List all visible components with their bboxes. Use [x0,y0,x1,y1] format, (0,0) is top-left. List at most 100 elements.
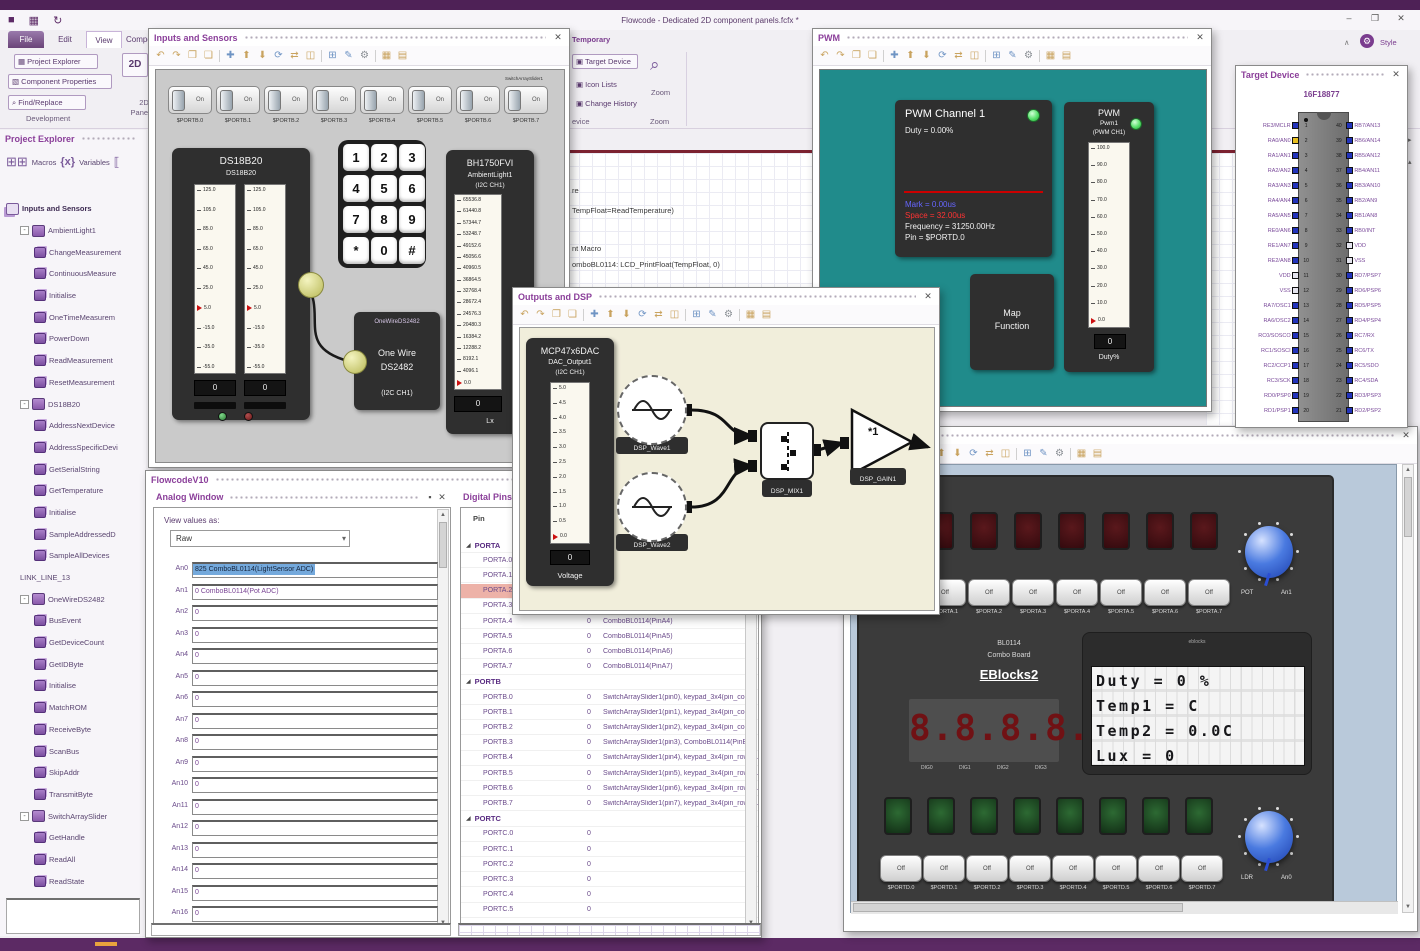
tree-item[interactable]: Inputs and Sensors [4,198,146,220]
pin-pad[interactable] [1291,302,1299,309]
keypad-key-0[interactable]: 0 [371,237,397,264]
pin-pad[interactable] [1291,242,1299,249]
pin-pad[interactable] [1291,332,1299,339]
pin-pad[interactable] [1346,197,1354,204]
tree-item[interactable]: GetHandle [4,827,146,849]
edit-icon[interactable]: ✎ [706,308,719,321]
pin-pad[interactable] [1291,317,1299,324]
close-icon[interactable]: ✕ [1400,430,1412,441]
target-device-toggle[interactable]: ▣ Target Device [572,54,638,69]
variables-icon[interactable]: {x} [60,156,75,168]
layers-icon[interactable]: ◫ [668,308,681,321]
keypad-key-1[interactable]: 1 [343,144,369,171]
analog-value-field[interactable]: 825 ComboBL0114(LightSensor ADC) [192,562,438,578]
tree-item[interactable]: ChangeMeasurement [4,241,146,263]
knob-ball[interactable] [1245,811,1293,863]
settings-icon[interactable]: ⚙ [1053,447,1066,460]
dac-component[interactable]: MCP47x6DAC DAC_Output1 (I2C CH1) 5.0 4.5 4… [526,338,614,586]
digital-pin-row[interactable]: PORTB.6 0 SwitchArraySlider1(pin6), keypad… [461,781,758,797]
move-up-icon[interactable]: ⬆ [604,308,617,321]
analog-value-field[interactable]: 0 [192,712,438,729]
chevron-icon[interactable]: ◢ [466,815,471,822]
analog-value-field[interactable]: 0 [192,841,438,858]
dsp-wave1[interactable] [617,375,687,445]
mirror-icon[interactable]: ⇄ [983,447,996,460]
switch-knob[interactable] [316,90,329,111]
tree-item[interactable]: SampleAddressedD [4,523,146,545]
switch-knob[interactable] [220,90,233,111]
digital-pin-row[interactable]: PORTB.5 0 SwitchArraySlider1(pin5), keypad… [461,766,758,781]
pin-pad[interactable] [1291,197,1299,204]
tree-item[interactable]: ContinuousMeasure [4,263,146,285]
redo-icon[interactable]: ↷ [170,49,183,62]
tree-item[interactable]: GetSerialString [4,458,146,480]
scroll-down-icon[interactable]: ▼ [1403,902,1413,912]
close-icon[interactable]: ✕ [1390,69,1402,80]
image-icon[interactable]: ▤ [1060,49,1073,62]
move-up-icon[interactable]: ⬆ [904,49,917,62]
keypad-key-star[interactable]: * [343,237,369,264]
digital-pin-row[interactable]: PORTC.3 0 [461,872,758,888]
bh1750-scale[interactable]: 65536.8 61440.8 57344.7 53248.7 49152.6 45056… [454,194,502,390]
move-down-icon[interactable]: ⬇ [951,447,964,460]
group-icon[interactable]: ⊞ [990,49,1003,62]
input-switch[interactable]: On [216,86,260,114]
pwm-channel-box[interactable]: PWM Channel 1 Duty = 0.00% Mark = 0.00us… [895,100,1052,257]
ldr-knob[interactable] [1236,804,1302,872]
tree-item[interactable]: GetTemperature [4,480,146,502]
wire-node-2[interactable] [343,350,367,374]
analog-value-field[interactable]: 0 [192,906,438,922]
tree-item[interactable]: MatchROM [4,697,146,719]
tree-item[interactable]: - DS18B20 [4,393,146,415]
pin-icon[interactable]: ▪ [424,492,436,502]
tree-item[interactable]: ScanBus [4,740,146,762]
tree-item[interactable]: AddressNextDevice [4,415,146,437]
pot-knob[interactable] [1236,519,1302,587]
keypad-key-6[interactable]: 6 [399,175,425,202]
tree-item[interactable]: Initialise [4,675,146,697]
port-switch-button[interactable]: Off [1009,855,1051,882]
tree-item[interactable]: SkipAddr [4,762,146,784]
tree-item[interactable]: Initialise [4,285,146,307]
close-icon[interactable]: ✕ [922,291,934,302]
map-function-box[interactable]: Map Function [970,274,1054,370]
move-up-icon[interactable]: ⬆ [240,49,253,62]
tree-item[interactable]: ReadState [4,870,146,892]
pwm-slider-scale[interactable]: 100.0 90.0 80.0 70.0 60.0 50.0 40.0 30.0 20.0 10.… [1088,142,1130,328]
settings-icon[interactable]: ⚙ [358,49,371,62]
style-label[interactable]: Style [1380,38,1397,47]
pin-pad[interactable] [1346,317,1354,324]
pin-pad[interactable] [1346,287,1354,294]
digital-group-row[interactable]: ◢ PORTB [461,675,758,690]
undo-icon[interactable]: ↶ [154,49,167,62]
digital-pin-row[interactable]: PORTB.0 0 SwitchArraySlider1(pin0), keypad… [461,690,758,705]
pin-pad[interactable] [1291,362,1299,369]
move-down-icon[interactable]: ⬇ [620,308,633,321]
pin-pad[interactable] [1346,212,1354,219]
chevron-icon[interactable]: ◢ [466,542,471,549]
mirror-icon[interactable]: ⇄ [952,49,965,62]
port-switch-button[interactable]: Off [968,579,1010,606]
pin-pad[interactable] [1346,332,1354,339]
switch-knob[interactable] [364,90,377,111]
app-icon[interactable]: ■ [8,14,15,27]
dsp-wave2[interactable] [617,472,687,542]
change-history-toggle[interactable]: ▣ Change History [576,99,637,108]
scroll-up-icon[interactable]: ▲ [1403,465,1413,475]
objects-icon[interactable]: ⟦ [114,155,120,169]
ds18b20-scale-2[interactable]: 125.0 105.0 85.0 65.0 45.0 25.0 5.0 -15.0 -35.0 -… [244,184,286,374]
tree-item[interactable]: AddressSpecificDevi [4,437,146,459]
close-icon[interactable]: ✕ [1194,32,1206,43]
layers-icon[interactable]: ◫ [999,447,1012,460]
switch-knob[interactable] [412,90,425,111]
input-switch[interactable]: On [456,86,500,114]
switch-knob[interactable] [460,90,473,111]
port-switch-button[interactable]: Off [1188,579,1230,606]
ribbon-collapse-icon[interactable]: ∧ [1344,38,1350,47]
undo-icon[interactable]: ↶ [818,49,831,62]
dac-scale[interactable]: 5.0 4.5 4.0 3.5 3.0 2.5 2.0 1.5 1.0 0.5 0.0 [550,382,590,544]
redo-icon[interactable]: ↷ [834,49,847,62]
input-switch[interactable]: On [264,86,308,114]
image-icon[interactable]: ▤ [760,308,773,321]
flowchart-area[interactable]: re TempFloat=ReadTemperature) nt Macro ombo… [566,153,814,290]
